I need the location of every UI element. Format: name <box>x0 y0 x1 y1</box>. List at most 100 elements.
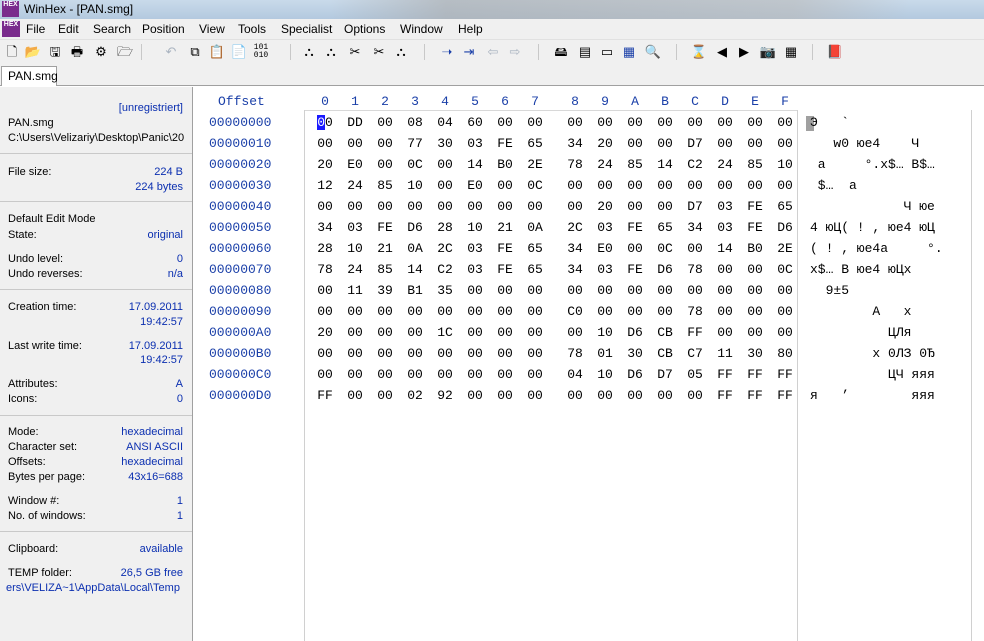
find-hex-icon[interactable]: ⛬ <box>322 43 340 61</box>
hex-byte[interactable]: 00 <box>710 283 740 298</box>
hex-byte[interactable]: 00 <box>490 178 520 193</box>
cpu-icon[interactable]: ▭ <box>598 43 616 61</box>
hex-byte[interactable]: 03 <box>710 199 740 214</box>
hex-byte[interactable]: E0 <box>340 157 370 172</box>
back-icon[interactable]: ⇦ <box>484 43 502 61</box>
hex-byte[interactable]: 03 <box>340 220 370 235</box>
hex-byte[interactable]: 00 <box>370 304 400 319</box>
hex-byte[interactable]: 21 <box>370 241 400 256</box>
hex-byte[interactable]: 00 <box>520 325 550 340</box>
hex-byte[interactable]: 00 <box>590 115 620 130</box>
hex-byte[interactable]: 03 <box>460 262 490 277</box>
hex-byte[interactable]: 00 <box>460 325 490 340</box>
ascii-text[interactable]: я ’ яяя <box>810 388 935 403</box>
hex-byte[interactable]: 12 <box>310 178 340 193</box>
hex-byte[interactable]: 08 <box>400 115 430 130</box>
hex-byte[interactable]: 00 <box>430 199 460 214</box>
hex-byte[interactable]: 00 <box>430 367 460 382</box>
hex-byte[interactable]: 00 <box>310 136 340 151</box>
hex-byte[interactable]: 24 <box>340 262 370 277</box>
ascii-text[interactable]: w0 юе4 Ч <box>810 136 919 151</box>
hex-byte[interactable]: 00 <box>310 367 340 382</box>
save-icon[interactable]: 🖫 <box>46 43 64 61</box>
ascii-text[interactable]: ЦЧ яяя <box>810 367 935 382</box>
hex-byte[interactable]: 00 <box>650 388 680 403</box>
prev-icon[interactable]: ◀ <box>713 43 731 61</box>
ram-icon[interactable]: ▤ <box>576 43 594 61</box>
hex-byte[interactable]: FE <box>620 220 650 235</box>
hex-byte[interactable]: 00 <box>430 304 460 319</box>
hex-byte[interactable]: 65 <box>650 220 680 235</box>
hex-byte[interactable]: 00 <box>430 157 460 172</box>
hex-byte[interactable]: 00 <box>490 346 520 361</box>
hex-byte[interactable]: 00 <box>620 115 650 130</box>
hex-byte[interactable]: 0C <box>650 241 680 256</box>
row-offset[interactable]: 00000090 <box>209 304 271 319</box>
hex-byte[interactable]: 00 <box>620 136 650 151</box>
hex-byte[interactable]: C2 <box>680 157 710 172</box>
hex-byte[interactable]: DD <box>340 115 370 130</box>
hex-byte[interactable]: 03 <box>460 136 490 151</box>
hex-byte[interactable]: 00 <box>560 325 590 340</box>
ascii-text[interactable]: ЦЛя <box>810 325 911 340</box>
hex-byte[interactable]: 24 <box>340 178 370 193</box>
hex-byte[interactable]: 00 <box>400 325 430 340</box>
hex-byte[interactable]: 00 <box>520 304 550 319</box>
hex-byte[interactable]: 85 <box>370 262 400 277</box>
properties-icon[interactable]: ⚙ <box>92 43 110 61</box>
hex-byte[interactable]: 00 <box>340 388 370 403</box>
hex-byte[interactable]: 34 <box>310 220 340 235</box>
hex-byte[interactable]: 28 <box>310 241 340 256</box>
hex-byte[interactable]: 00 <box>370 115 400 130</box>
calculator-icon[interactable]: ▦ <box>620 43 638 61</box>
hex-byte[interactable]: 78 <box>560 346 590 361</box>
hex-byte[interactable]: 00 <box>770 115 800 130</box>
hex-byte[interactable]: 00 <box>560 388 590 403</box>
hex-byte[interactable]: 65 <box>770 199 800 214</box>
copy-icon[interactable]: ⧉ <box>186 43 204 61</box>
menu-help[interactable]: Help <box>458 22 483 36</box>
hex-byte[interactable]: 00 <box>770 304 800 319</box>
hex-byte[interactable]: 34 <box>560 262 590 277</box>
row-offset[interactable]: 000000D0 <box>209 388 271 403</box>
hex-byte[interactable]: D6 <box>650 262 680 277</box>
hex-byte[interactable]: 00 <box>520 115 550 130</box>
hex-byte[interactable]: 00 <box>520 367 550 382</box>
hex-byte[interactable]: 39 <box>370 283 400 298</box>
hex-byte[interactable]: 20 <box>590 199 620 214</box>
goto-offset-icon[interactable]: ➝ <box>438 43 456 61</box>
hex-byte[interactable]: B0 <box>490 157 520 172</box>
hex-byte[interactable]: 11 <box>340 283 370 298</box>
hex-byte[interactable]: 04 <box>560 367 590 382</box>
hex-byte[interactable]: 00 <box>770 178 800 193</box>
hex-byte[interactable]: 00 <box>710 262 740 277</box>
find-icon[interactable]: ⛬ <box>300 43 318 61</box>
hex-byte[interactable]: 00 <box>590 304 620 319</box>
open-icon[interactable]: 📂 <box>24 43 42 61</box>
hex-byte[interactable]: 00 <box>680 388 710 403</box>
hex-byte[interactable]: 00 <box>740 136 770 151</box>
hex-byte[interactable]: 77 <box>400 136 430 151</box>
hex-byte[interactable]: FF <box>710 388 740 403</box>
hex-byte[interactable]: 11 <box>710 346 740 361</box>
hex-byte[interactable]: 2C <box>560 220 590 235</box>
hex-byte[interactable]: 00 <box>310 199 340 214</box>
tools-icon[interactable]: ⌛ <box>690 43 708 61</box>
hex-byte[interactable]: 00 <box>490 367 520 382</box>
hex-byte[interactable]: FF <box>710 367 740 382</box>
hex-byte[interactable]: FE <box>740 220 770 235</box>
hex-byte[interactable]: 00 <box>310 346 340 361</box>
hex-byte[interactable]: FE <box>490 136 520 151</box>
hex-byte[interactable]: 00 <box>590 178 620 193</box>
hex-byte[interactable]: 14 <box>460 157 490 172</box>
hex-byte[interactable]: 92 <box>430 388 460 403</box>
row-offset[interactable]: 00000070 <box>209 262 271 277</box>
hex-byte[interactable]: FF <box>770 367 800 382</box>
hex-byte[interactable]: 00 <box>400 304 430 319</box>
hex-byte[interactable]: 80 <box>770 346 800 361</box>
hex-byte[interactable]: 10 <box>590 367 620 382</box>
menu-options[interactable]: Options <box>344 22 385 36</box>
hex-byte[interactable]: 00 <box>490 388 520 403</box>
row-offset[interactable]: 00000050 <box>209 220 271 235</box>
hex-byte[interactable]: 14 <box>710 241 740 256</box>
